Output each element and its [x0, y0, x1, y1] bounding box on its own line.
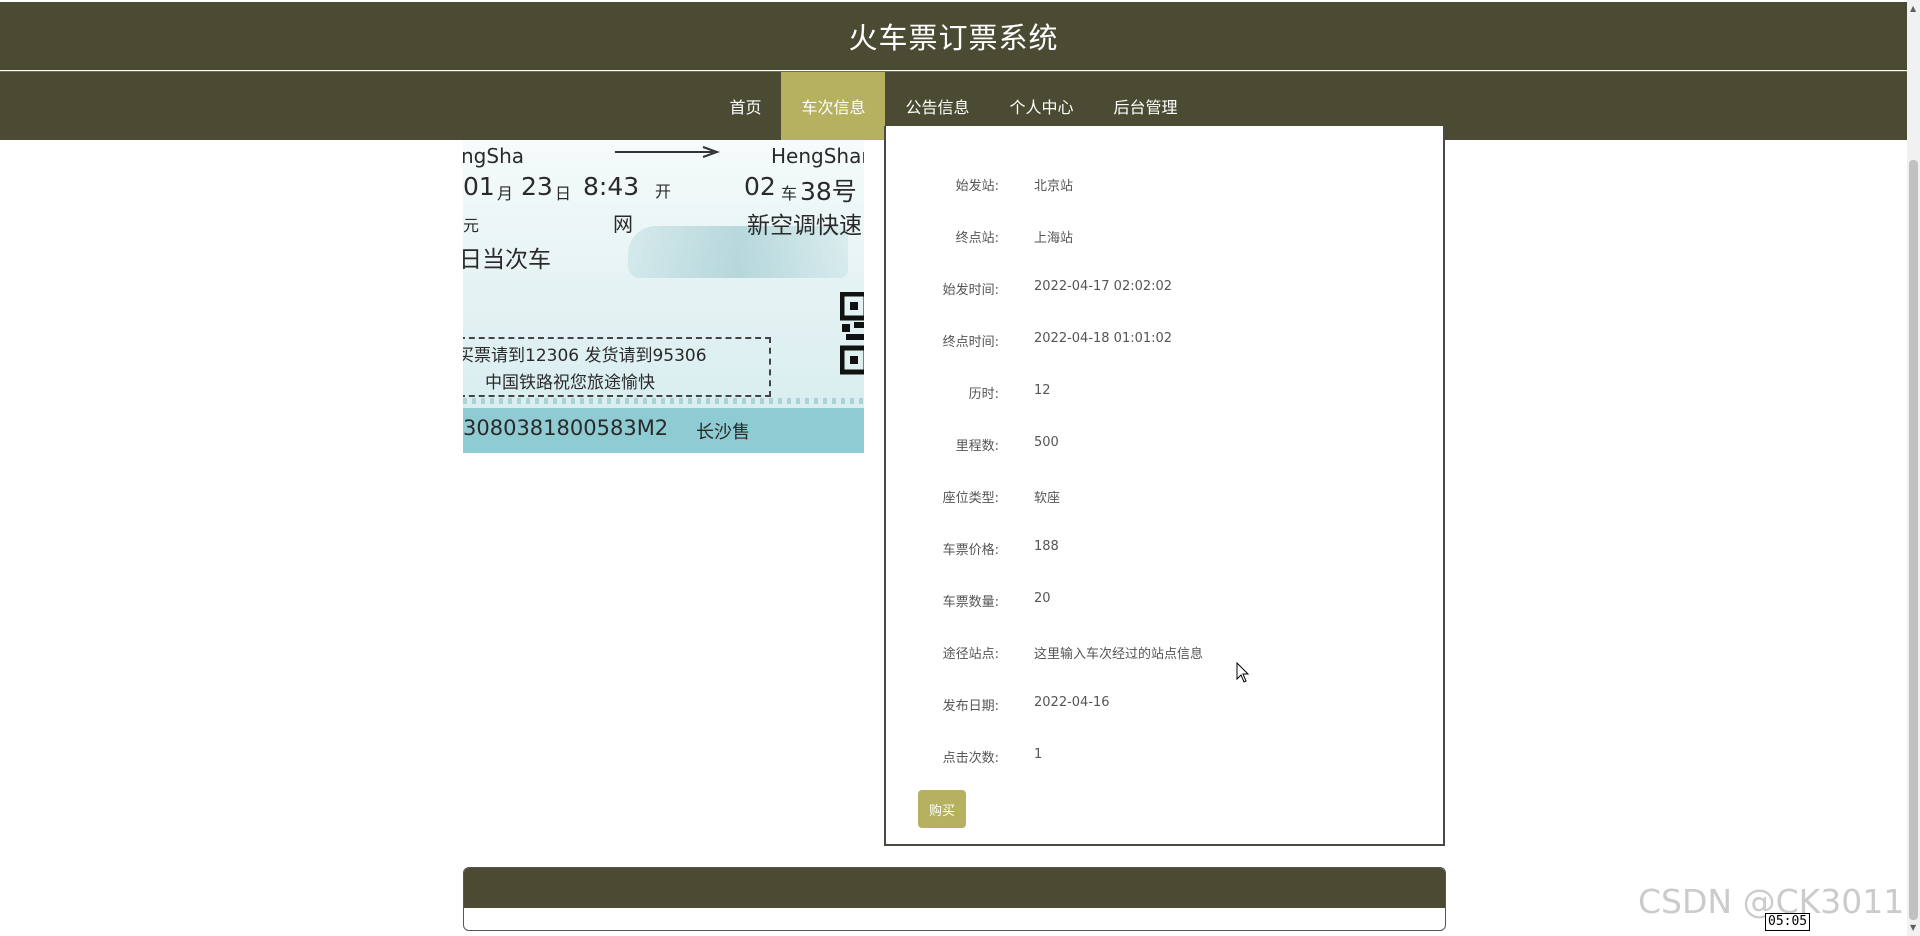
ticket-dotted-band — [463, 398, 864, 404]
detail-value: 1 — [1034, 747, 1043, 762]
detail-row-mileage: 里程数: 500 — [886, 435, 1443, 455]
detail-value: 12 — [1034, 383, 1051, 398]
nav-item-home[interactable]: 首页 — [709, 72, 781, 140]
detail-value: 这里输入车次经过的站点信息 — [1034, 647, 1204, 662]
ticket-month-char: 月 — [497, 184, 514, 203]
detail-row-arrival-time: 终点时间: 2022-04-18 01:01:02 — [886, 331, 1443, 351]
ticket-depart-char: 开 — [655, 182, 672, 201]
detail-value: 2022-04-17 02:02:02 — [1034, 279, 1173, 294]
detail-row-publish-date: 发布日期: 2022-04-16 — [886, 695, 1443, 715]
video-timestamp: 05:05 — [1765, 913, 1811, 931]
scrollbar-thumb[interactable] — [1909, 160, 1918, 920]
train-detail-panel: 始发站: 北京站 终点站: 上海站 始发时间: 2022-04-17 02:02… — [884, 126, 1445, 846]
detail-row-origin: 始发站: 北京站 — [886, 175, 1443, 195]
detail-value: 上海站 — [1034, 231, 1074, 246]
detail-label: 车票价格: — [942, 543, 999, 558]
train-ticket-image: ngSha HengShar 01 月 23 日 8:43 开 02 车 38号… — [463, 140, 864, 453]
detail-row-departure-time: 始发时间: 2022-04-17 02:02:02 — [886, 279, 1443, 299]
detail-value: 2022-04-16 — [1034, 695, 1110, 710]
footer-panel — [463, 867, 1446, 931]
detail-row-seat-type: 座位类型: 软座 — [886, 487, 1443, 507]
detail-label: 始发站: — [955, 179, 999, 194]
detail-value: 软座 — [1034, 491, 1061, 506]
detail-label: 终点站: — [955, 231, 999, 246]
ticket-serial: 3080381800583M2 — [463, 416, 669, 440]
ticket-online-char: 网 — [613, 212, 633, 236]
detail-label: 始发时间: — [942, 283, 999, 298]
detail-label: 车票数量: — [942, 595, 999, 610]
buy-button[interactable]: 购买 — [918, 790, 966, 828]
detail-label: 座位类型: — [942, 491, 999, 506]
ticket-notice-line-2: 中国铁路祝您旅途愉快 — [485, 373, 655, 393]
detail-value: 188 — [1034, 539, 1059, 554]
detail-value: 2022-04-18 01:01:02 — [1034, 331, 1173, 346]
site-header: 火车票订票系统 — [0, 2, 1907, 70]
detail-label: 终点时间: — [942, 335, 999, 350]
detail-row-destination: 终点站: 上海站 — [886, 227, 1443, 247]
ticket-time: 8:43 — [583, 172, 640, 201]
detail-label: 历时: — [968, 387, 999, 402]
ticket-from-pinyin: ngSha — [463, 144, 524, 168]
ticket-notice-line-1: 买票请到12306 发货请到95306 — [463, 346, 707, 366]
nav-item-train-info[interactable]: 车次信息 — [781, 72, 886, 140]
site-title: 火车票订票系统 — [848, 21, 1059, 55]
ticket-train-type: 新空调快速 — [747, 213, 862, 239]
detail-value: 北京站 — [1034, 179, 1074, 194]
detail-row-quantity: 车票数量: 20 — [886, 591, 1443, 611]
detail-row-via-stations: 途径站点: 这里输入车次经过的站点信息 — [886, 643, 1443, 663]
detail-row-click-count: 点击次数: 1 — [886, 747, 1443, 767]
detail-value: 20 — [1034, 591, 1051, 606]
scroll-up-arrow-icon[interactable]: ▲ — [1910, 4, 1916, 13]
ticket-day-char: 日 — [555, 184, 572, 203]
ticket-bottom-strip: 3080381800583M2 长沙售 — [463, 408, 864, 453]
ticket-yuan-char: 元 — [463, 216, 480, 235]
detail-label: 发布日期: — [942, 699, 999, 714]
ticket-month: 01 — [463, 172, 495, 201]
mouse-cursor-icon — [1236, 662, 1250, 683]
page-scrollbar[interactable]: ▲ ▼ — [1907, 0, 1920, 936]
ticket-validity: 日当次车 — [463, 247, 551, 273]
detail-value: 500 — [1034, 435, 1059, 450]
footer-panel-header — [464, 868, 1445, 908]
qr-code-icon — [840, 292, 864, 375]
ticket-to-pinyin: HengShar — [771, 144, 864, 168]
ticket-car-number: 02 — [744, 172, 776, 201]
ticket-seat: 38号 — [800, 177, 857, 206]
scroll-down-arrow-icon[interactable]: ▼ — [1910, 923, 1916, 932]
ticket-day: 23 — [521, 172, 553, 201]
detail-label: 里程数: — [955, 439, 999, 454]
detail-label: 途径站点: — [942, 647, 999, 662]
detail-row-price: 车票价格: 188 — [886, 539, 1443, 559]
ticket-sold-at: 长沙售 — [696, 422, 750, 443]
ticket-arrow-icon — [615, 146, 720, 158]
detail-label: 点击次数: — [942, 751, 999, 766]
ticket-car-char: 车 — [781, 184, 798, 203]
detail-row-duration: 历时: 12 — [886, 383, 1443, 403]
